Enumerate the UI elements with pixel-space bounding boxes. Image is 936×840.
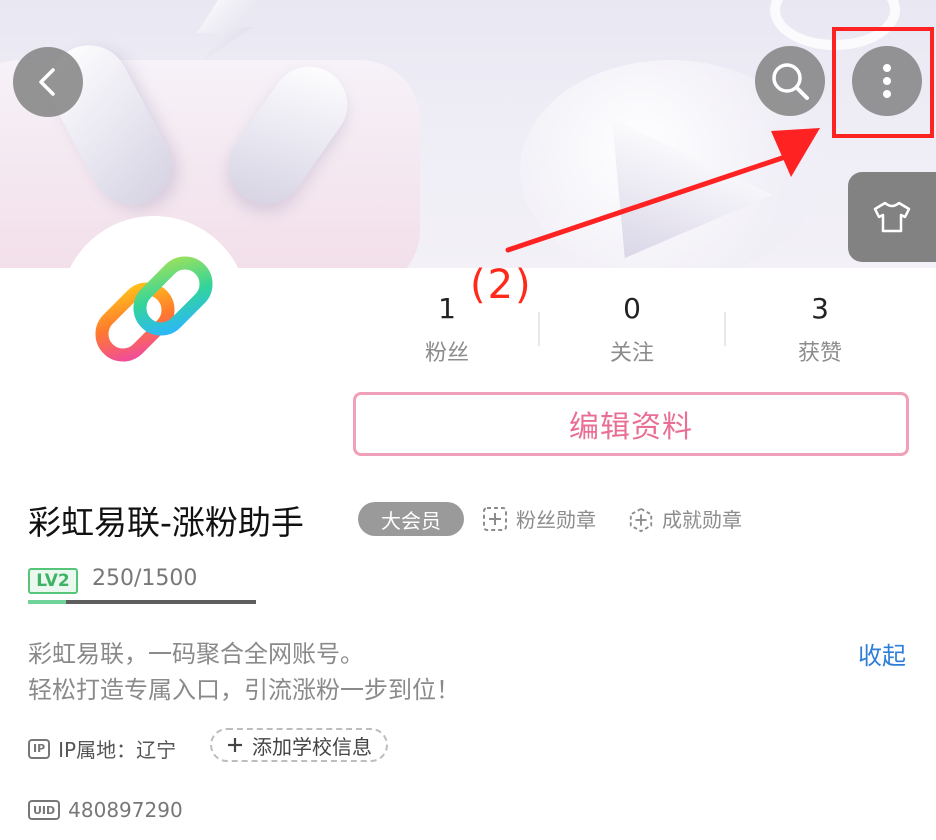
stat-value: 0 xyxy=(623,292,641,325)
fan-medal-button[interactable]: 粉丝勋章 xyxy=(482,504,596,533)
ip-label: IP属地：辽宁 xyxy=(58,738,177,762)
achievement-medal-label: 成就勋章 xyxy=(662,508,742,532)
stat-label: 粉丝 xyxy=(424,341,469,366)
level-progress-fill xyxy=(28,600,67,604)
achievement-medal-button[interactable]: 成就勋章 xyxy=(628,504,742,533)
level-badge: LV2 xyxy=(28,568,78,594)
divider xyxy=(538,312,540,346)
stat-fans[interactable]: 1 粉丝 xyxy=(367,292,527,367)
bio-line: 轻松打造专属入口，引流涨粉一步到位！ xyxy=(28,676,460,704)
bio: 彩虹易联，一码聚合全网账号。 轻松打造专属入口，引流涨粉一步到位！ xyxy=(28,636,460,708)
achievement-add-icon xyxy=(628,506,654,532)
rainbow-link-logo xyxy=(95,256,213,362)
avatar[interactable] xyxy=(60,216,248,404)
skin-button[interactable] xyxy=(848,172,936,262)
uid-icon: UID xyxy=(28,800,61,820)
profile-name: 彩虹易联-涨粉助手 xyxy=(28,503,304,542)
medal-add-icon xyxy=(482,506,508,532)
tshirt-icon xyxy=(873,201,911,233)
add-school-button[interactable]: 添加学校信息 xyxy=(210,728,388,762)
divider xyxy=(724,312,726,346)
plus-icon xyxy=(228,738,242,752)
stat-likes[interactable]: 3 获赞 xyxy=(740,292,900,367)
stat-label: 关注 xyxy=(609,341,654,366)
uid-row: UID 480897290 xyxy=(28,798,183,822)
stat-value: 3 xyxy=(811,292,829,325)
add-school-label: 添加学校信息 xyxy=(252,734,372,759)
stat-value: 1 xyxy=(438,292,456,325)
level-progress-bar xyxy=(28,600,256,604)
vip-badge[interactable]: 大会员 xyxy=(358,502,464,536)
fan-medal-label: 粉丝勋章 xyxy=(516,508,596,532)
stat-following[interactable]: 0 关注 xyxy=(552,292,712,367)
ip-icon: IP xyxy=(28,738,51,759)
ip-location: IP IP属地：辽宁 xyxy=(28,734,176,763)
uid-value: 480897290 xyxy=(68,798,183,822)
collapse-link[interactable]: 收起 xyxy=(858,636,906,671)
level-progress-text: 250/1500 xyxy=(92,566,198,591)
stat-label: 获赞 xyxy=(797,341,842,366)
edit-profile-button[interactable]: 编辑资料 xyxy=(353,392,909,456)
bio-line: 彩虹易联，一码聚合全网账号。 xyxy=(28,640,364,668)
